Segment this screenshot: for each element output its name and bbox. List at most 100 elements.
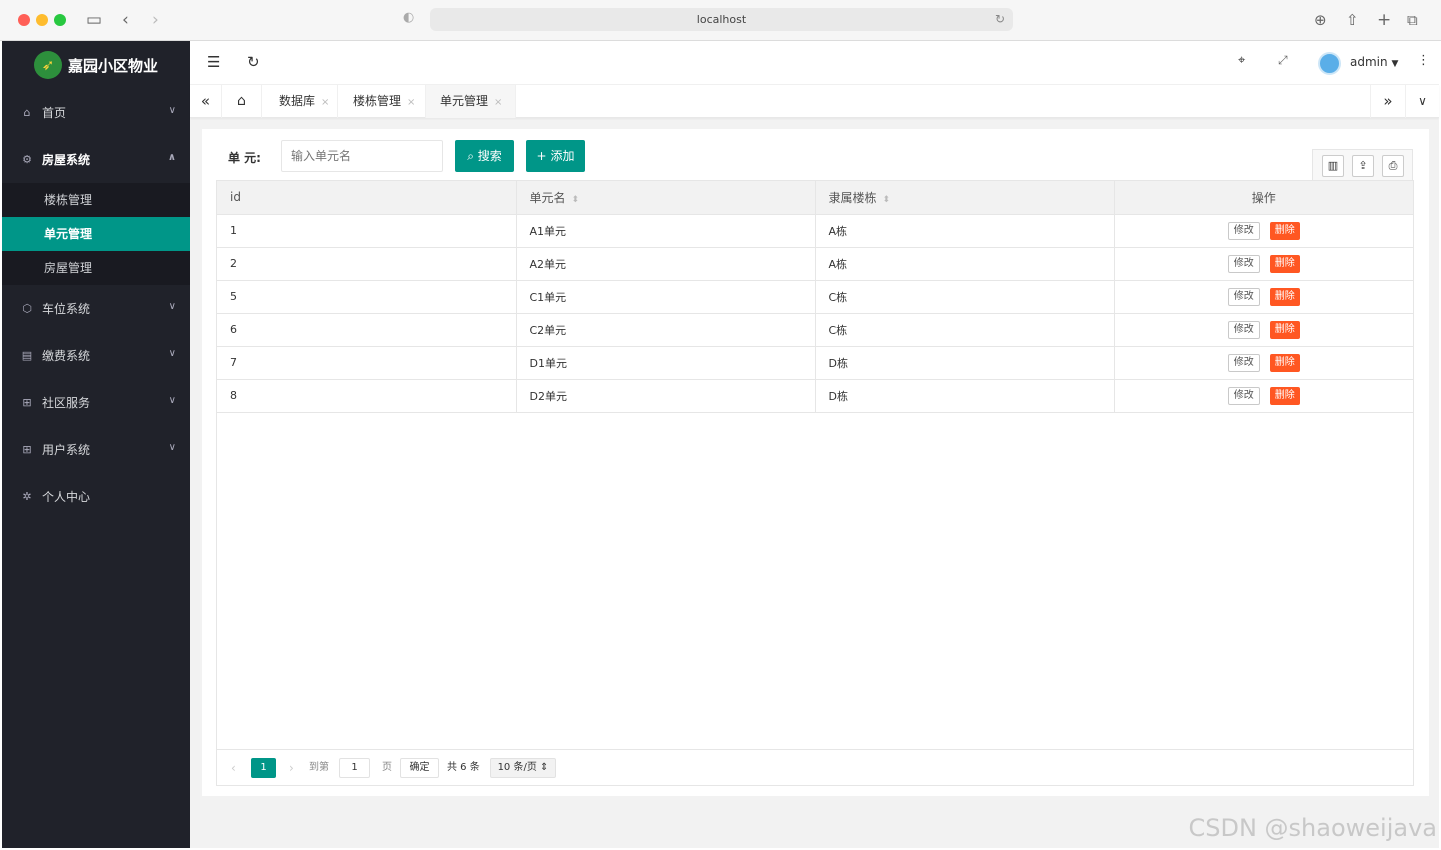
column-header-label: 隶属楼栋 [828,190,877,205]
fullscreen-icon[interactable]: ⤢ [1278,53,1288,68]
close-tab-icon[interactable]: × [321,97,329,108]
delete-button[interactable]: 删除 [1269,254,1300,273]
tab-home-icon[interactable]: ⌂ [222,85,262,118]
cell-unit-name: A2单元 [516,247,816,281]
home-icon: ⌂ [23,106,31,119]
chevron-down-icon: ∨ [168,301,176,312]
chevron-down-icon: ∨ [168,442,176,453]
goto-page-input[interactable]: 1 [339,758,370,778]
download-icon[interactable]: ⊕ [1314,9,1327,31]
table-tools: ▥ ⇪ ⎙ [1312,149,1413,182]
sidebar-item-payment[interactable]: ▤ 缴费系统 ∨ [2,332,190,379]
tabs-scroll-left-icon[interactable]: « [190,85,222,118]
sidebar: ➶ 嘉园小区物业 ⌂ 首页 ∨ ⚙ 房屋系统 ∧ 楼栋管理 单元管理 房屋管理 … [2,41,190,848]
more-icon[interactable]: ⋮ [1417,53,1430,68]
sidebar-item-users[interactable]: ⊞ 用户系统 ∨ [2,426,190,473]
browser-toolbar: ▭ ‹ › ◐ localhost ↻ ⊕ ⇧ + ⧉ [0,0,1441,41]
edit-button[interactable]: 修改 [1227,353,1260,372]
user-menu[interactable]: admin ▼ [1350,55,1398,69]
page-size-select[interactable]: 10 条/页 ⇕ [490,758,556,778]
sidebar-item-community[interactable]: ⊞ 社区服务 ∨ [2,379,190,426]
page-size-value: 10 条/页 [497,762,537,773]
zoom-window-button[interactable] [54,14,66,26]
tab-buildings[interactable]: 楼栋管理 × [338,85,426,118]
sidebar-toggle-icon[interactable]: ▭ [86,9,102,31]
sidebar-subitem-houses[interactable]: 房屋管理 [2,251,190,285]
delete-button[interactable]: 删除 [1269,320,1300,339]
privacy-shield-icon: ◐ [403,10,415,25]
edit-button[interactable]: 修改 [1227,254,1260,273]
sort-icon[interactable]: ⬍ [883,195,891,205]
table-row: 5 C1单元 C栋 修改 删除 [217,280,1413,314]
reload-icon[interactable]: ↻ [995,8,1005,31]
edit-button[interactable]: 修改 [1227,386,1260,405]
cell-actions: 修改 删除 [1114,214,1413,248]
rocket-icon: ➶ [34,51,62,79]
housing-submenu: 楼栋管理 单元管理 房屋管理 [2,183,190,285]
close-tab-icon[interactable]: × [407,97,415,108]
delete-button[interactable]: 删除 [1269,386,1300,405]
brand-name: 嘉园小区物业 [68,56,159,75]
username: admin [1350,55,1388,69]
menu-fold-icon[interactable]: ☰ [207,53,220,71]
tab-label: 数据库 [279,94,316,108]
prev-page-icon[interactable]: ‹ [231,758,236,778]
new-tab-icon[interactable]: + [1377,9,1391,31]
export-icon[interactable]: ⇪ [1352,155,1374,177]
avatar[interactable] [1318,52,1341,75]
column-header-building[interactable]: 隶属楼栋 ⬍ [815,181,1115,215]
unit-search-input[interactable] [281,140,443,172]
address-bar[interactable]: localhost ↻ [430,8,1013,31]
page-unit-label: 页 [382,762,392,773]
delete-button[interactable]: 删除 [1269,287,1300,306]
cell-actions: 修改 删除 [1114,313,1413,347]
column-header-id[interactable]: id [217,181,517,215]
goto-confirm-button[interactable]: 确定 [400,758,439,778]
sidebar-subitem-units[interactable]: 单元管理 [2,217,190,251]
caret-down-icon: ▼ [1391,59,1399,69]
column-header-name[interactable]: 单元名 ⬍ [516,181,816,215]
gear-icon: ⚙ [22,153,32,166]
add-button[interactable]: + 添加 [526,140,585,172]
cell-id: 7 [217,346,517,380]
cell-unit-name: A1单元 [516,214,816,248]
print-icon[interactable]: ⎙ [1382,155,1404,177]
tab-database[interactable]: 数据库 × [262,85,338,118]
refresh-icon[interactable]: ↻ [247,53,260,71]
cell-unit-name: D2单元 [516,379,816,413]
tag-icon[interactable]: ⌖ [1238,53,1245,68]
sidebar-item-parking[interactable]: ⬡ 车位系统 ∨ [2,285,190,332]
close-window-button[interactable] [18,14,30,26]
tab-overview-icon[interactable]: ⧉ [1407,9,1418,31]
brand-logo[interactable]: ➶ 嘉园小区物业 [2,41,190,89]
units-table: id 单元名 ⬍ 隶属楼栋 ⬍ 操作 1 A1单元 A栋 修改 删除 2 A2单元 A栋 修改 删除 5… [216,180,1414,786]
share-icon[interactable]: ⇧ [1346,9,1359,31]
sidebar-subitem-buildings[interactable]: 楼栋管理 [2,183,190,217]
delete-button[interactable]: 删除 [1269,221,1300,240]
tabs-menu-chevron-icon[interactable]: ∨ [1406,85,1439,118]
page-current[interactable]: 1 [251,758,276,778]
forward-icon[interactable]: › [152,9,159,31]
search-icon: ⌕ [467,149,474,163]
main-area: ☰ ↻ ⌖ ⤢ admin ▼ ⋮ « ⌂ 数据库 × 楼栋管理 × 单元管理 × »… [190,41,1439,848]
tabs-scroll-right-icon[interactable]: » [1370,85,1406,118]
search-button[interactable]: ⌕ 搜索 [455,140,514,172]
back-icon[interactable]: ‹ [122,9,129,31]
sort-icon[interactable]: ⬍ [572,195,580,205]
sidebar-item-profile[interactable]: ✲ 个人中心 [2,473,190,520]
tab-units[interactable]: 单元管理 × [426,85,516,118]
delete-button[interactable]: 删除 [1269,353,1300,372]
edit-button[interactable]: 修改 [1227,221,1260,240]
sidebar-item-housing[interactable]: ⚙ 房屋系统 ∧ [2,136,190,183]
columns-filter-icon[interactable]: ▥ [1322,155,1344,177]
table-row: 7 D1单元 D栋 修改 删除 [217,346,1413,380]
minimize-window-button[interactable] [36,14,48,26]
sidebar-item-home[interactable]: ⌂ 首页 ∨ [2,89,190,136]
column-header-label: 单元名 [529,190,566,205]
cell-building: A栋 [815,214,1115,248]
next-page-icon[interactable]: › [289,758,294,778]
edit-button[interactable]: 修改 [1227,320,1260,339]
close-tab-icon[interactable]: × [494,97,502,108]
edit-button[interactable]: 修改 [1227,287,1260,306]
sidebar-item-label: 社区服务 [42,396,91,410]
